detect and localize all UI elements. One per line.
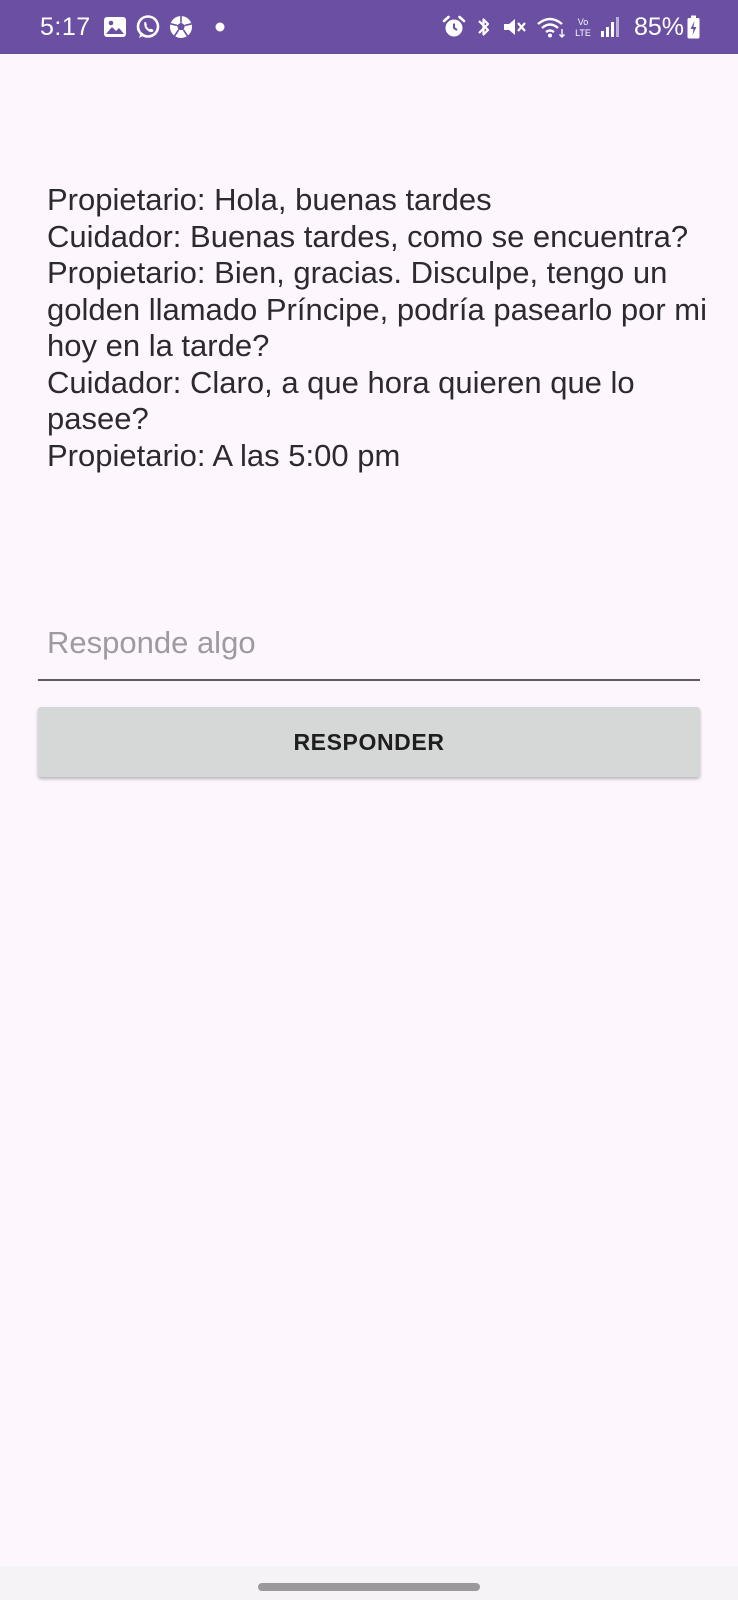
reply-input[interactable] [38, 616, 700, 681]
notification-dot-icon [215, 22, 225, 32]
status-left-icons [103, 14, 233, 40]
signal-icon [600, 16, 620, 38]
gallery-icon [103, 16, 127, 38]
mute-icon [502, 15, 528, 39]
battery-charging-icon [687, 15, 700, 39]
conversation-text: Propietario: Hola, buenas tardes Cuidado… [47, 182, 707, 473]
reply-button[interactable]: RESPONDER [38, 707, 700, 777]
soccer-ball-icon [169, 15, 193, 39]
status-bar: 5:17 Vo LTE 85% [0, 0, 738, 54]
svg-text:Vo: Vo [578, 17, 589, 27]
bluetooth-icon [474, 15, 494, 39]
wifi-icon [536, 15, 566, 39]
home-gesture-handle[interactable] [258, 1583, 480, 1591]
battery-percentage: 85% [633, 12, 684, 41]
navigation-bar [0, 1566, 738, 1600]
volte-icon: Vo LTE [574, 15, 592, 39]
status-time: 5:17 [40, 12, 91, 41]
svg-text:LTE: LTE [575, 28, 591, 38]
whatsapp-icon [135, 14, 161, 40]
status-right-icons: Vo LTE 85% [442, 13, 700, 42]
alarm-icon [442, 15, 466, 39]
